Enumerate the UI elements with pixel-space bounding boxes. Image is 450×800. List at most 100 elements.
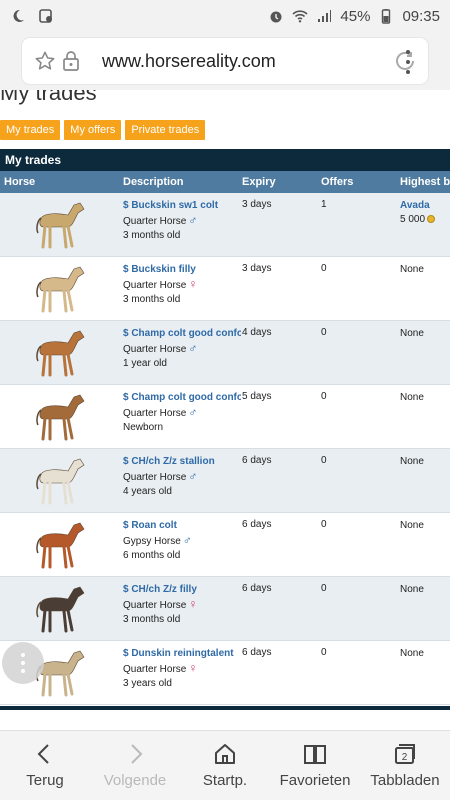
battery-percent: 45% (340, 7, 371, 25)
signal-icon (318, 10, 332, 22)
horse-breed: Quarter Horse (123, 472, 187, 483)
address-bar[interactable]: www.horsereality.com (22, 38, 428, 84)
highest-bid: None (400, 583, 424, 597)
nav-tabs[interactable]: 2 Tabbladen (360, 731, 450, 800)
horse-age: 3 years old (123, 678, 172, 689)
horse-age: 1 year old (123, 358, 167, 369)
horse-image[interactable] (28, 583, 94, 635)
highest-bid: None (400, 327, 424, 341)
bid-none: None (400, 648, 424, 659)
gender-icon: ♀ (188, 661, 198, 675)
offers-count: 0 (321, 583, 327, 594)
horse-age: 3 months old (123, 614, 181, 625)
horse-age: Newborn (123, 422, 164, 433)
offers-count: 0 (321, 263, 327, 274)
bid-value: 5 000 (400, 214, 426, 225)
bid-none: None (400, 392, 424, 403)
horse-description: $ Champ colt good confo Quarter Horse ♂ 1… (123, 327, 241, 371)
trade-link[interactable]: $ Buckskin filly (123, 263, 241, 277)
highest-bid: None (400, 455, 424, 469)
bid-none: None (400, 264, 424, 275)
offers-count: 0 (321, 519, 327, 530)
horse-image[interactable] (28, 327, 94, 379)
trade-link[interactable]: $ Roan colt (123, 519, 241, 533)
highest-bid: None (400, 391, 424, 405)
nav-bookmarks[interactable]: Favorieten (270, 731, 360, 800)
expiry: 6 days (242, 583, 272, 594)
status-bar: 45% 09:35 (0, 0, 450, 32)
bookmark-star-icon[interactable] (32, 48, 58, 74)
expiry: 3 days (242, 199, 272, 210)
tab-my-trades[interactable]: My trades (0, 120, 61, 140)
expiry: 4 days (242, 327, 272, 338)
tabs-count: 2 (402, 752, 408, 763)
bid-none: None (400, 584, 424, 595)
tab-my-offers[interactable]: My offers (64, 120, 122, 140)
wifi-icon (292, 10, 308, 23)
horse-image[interactable] (28, 199, 94, 251)
horse-breed: Quarter Horse (123, 408, 187, 419)
offers-count: 0 (321, 455, 327, 466)
trade-link[interactable]: $ Champ colt good confo (123, 327, 241, 341)
col-description: Description (123, 176, 184, 188)
nav-tabs-label: Tabbladen (370, 772, 440, 789)
tab-private-trades[interactable]: Private trades (125, 120, 206, 140)
gender-icon: ♀ (188, 277, 198, 291)
horse-description: $ CH/ch Z/z filly Quarter Horse ♀ 3 month… (123, 583, 241, 627)
gender-icon: ♂ (188, 405, 198, 419)
home-icon (215, 744, 235, 764)
highest-bid: None (400, 519, 424, 533)
bid-none: None (400, 328, 424, 339)
horse-breed: Quarter Horse (123, 216, 187, 227)
nav-forward-label: Volgende (103, 772, 167, 789)
col-expiry: Expiry (242, 176, 276, 188)
nav-back[interactable]: Terug (0, 731, 90, 800)
trade-link[interactable]: $ CH/ch Z/z filly (123, 583, 241, 597)
gender-icon: ♂ (188, 469, 198, 483)
expiry: 6 days (242, 455, 272, 466)
horse-age: 3 months old (123, 230, 181, 241)
bookmarks-icon (304, 745, 326, 764)
floating-menu-button[interactable] (2, 642, 44, 684)
col-horse: Horse (4, 176, 36, 188)
bid-name[interactable]: Avada (400, 199, 435, 213)
nav-home[interactable]: Startp. (180, 731, 270, 800)
clock: 09:35 (402, 7, 440, 25)
browser-menu-icon[interactable] (404, 50, 412, 74)
section-header: My trades (0, 149, 450, 171)
nav-forward[interactable]: Volgende (90, 731, 180, 800)
highest-bid: Avada 5 000 (400, 199, 436, 227)
horse-age: 4 years old (123, 486, 172, 497)
offers-count: 0 (321, 391, 327, 402)
nav-back-label: Terug (26, 772, 64, 789)
trade-link[interactable]: $ CH/ch Z/z stallion (123, 455, 241, 469)
trade-link[interactable]: $ Dunskin reiningtalent (123, 647, 241, 661)
trade-tabs: My trades My offers Private trades (0, 120, 206, 140)
web-page: My trades My trades My offers Private tr… (0, 90, 450, 730)
horse-description: $ Champ colt good confo Quarter Horse ♂ N… (123, 391, 241, 435)
horse-image[interactable] (28, 263, 94, 315)
highest-bid: None (400, 263, 424, 277)
horse-description: $ Buckskin sw1 colt Quarter Horse ♂ 3 mon… (123, 199, 241, 243)
battery-icon (382, 9, 391, 24)
horse-image[interactable] (28, 391, 94, 443)
horse-image[interactable] (28, 455, 94, 507)
table-row: $ CH/ch Z/z stallion Quarter Horse ♂ 4 ye… (0, 449, 450, 513)
moon-icon (13, 9, 24, 22)
screenshot-icon (39, 9, 52, 23)
horse-age: 3 months old (123, 294, 181, 305)
alarm-icon (270, 11, 282, 23)
horse-breed: Quarter Horse (123, 664, 187, 675)
nav-home-label: Startp. (202, 772, 248, 789)
table-row: $ Champ colt good confo Quarter Horse ♂ N… (0, 385, 450, 449)
url-text[interactable]: www.horsereality.com (102, 51, 392, 72)
trade-link[interactable]: $ Champ colt good confo (123, 391, 241, 405)
expiry: 5 days (242, 391, 272, 402)
expiry: 3 days (242, 263, 272, 274)
back-icon (37, 744, 49, 764)
horse-breed: Quarter Horse (123, 280, 187, 291)
horse-image[interactable] (28, 519, 94, 571)
trade-link[interactable]: $ Buckskin sw1 colt (123, 199, 241, 213)
table-row: $ Roan colt Gypsy Horse ♂ 6 months old 6 … (0, 513, 450, 577)
horse-description: $ Dunskin reiningtalent Quarter Horse ♀ 3… (123, 647, 241, 691)
